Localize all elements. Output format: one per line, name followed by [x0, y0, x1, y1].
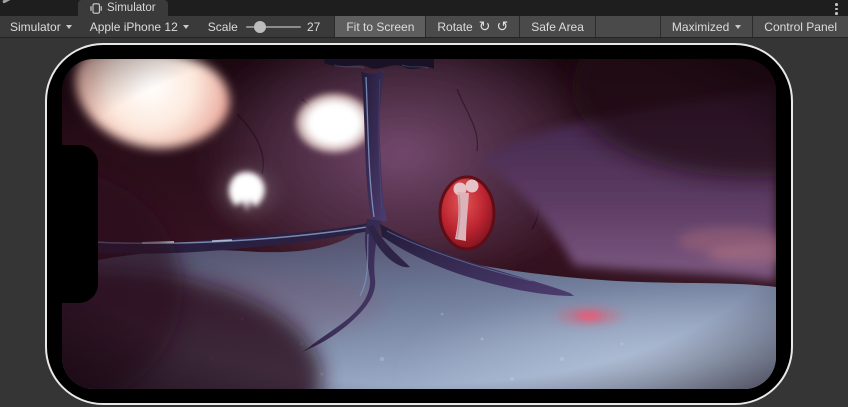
scale-value: 27 [301, 20, 320, 34]
device-screen[interactable] [62, 59, 776, 389]
tab-simulator[interactable]: Simulator [78, 0, 168, 16]
device-dropdown[interactable]: Apple iPhone 12 [87, 20, 192, 34]
safe-area-button[interactable]: Safe Area [520, 16, 596, 37]
rotate-counterclockwise-icon[interactable]: ↺ [496, 20, 508, 34]
vignette [62, 59, 776, 389]
view-controls-group: Fit to Screen Rotate ↻ ↺ Safe Area [334, 16, 660, 37]
control-panel-button[interactable]: Control Panel [753, 16, 848, 37]
window-controls-group: Maximized Control Panel [660, 16, 848, 37]
chevron-down-icon [183, 25, 189, 29]
game-scene [62, 59, 776, 389]
rotate-label: Rotate [437, 20, 472, 34]
toolbar: Simulator Apple iPhone 12 Scale 27 Fit t… [0, 16, 848, 38]
chevron-down-icon [735, 25, 741, 29]
empty-segment [596, 16, 660, 37]
kebab-menu-icon[interactable] [832, 2, 841, 16]
simulator-menu-dropdown[interactable]: Simulator [7, 20, 75, 34]
scale-slider[interactable] [246, 20, 301, 34]
rotate-clockwise-icon[interactable]: ↻ [479, 20, 491, 34]
tab-bar: Simulator [0, 0, 848, 16]
simulator-menu-label: Simulator [10, 20, 61, 34]
device-dropdown-label: Apple iPhone 12 [90, 20, 178, 34]
slider-handle[interactable] [254, 21, 266, 33]
rotate-controls: Rotate ↻ ↺ [426, 16, 520, 37]
iphone-12-frame [45, 43, 793, 405]
window-chrome-fragment [2, 0, 18, 4]
maximized-dropdown[interactable]: Maximized [661, 16, 753, 37]
chevron-down-icon [66, 25, 72, 29]
simulator-viewport [0, 38, 848, 407]
device-icon [90, 3, 102, 14]
maximized-label: Maximized [672, 20, 729, 34]
notch [62, 145, 98, 303]
scale-label: Scale [208, 20, 238, 34]
tab-label: Simulator [107, 2, 156, 14]
fit-to-screen-button[interactable]: Fit to Screen [335, 16, 426, 37]
